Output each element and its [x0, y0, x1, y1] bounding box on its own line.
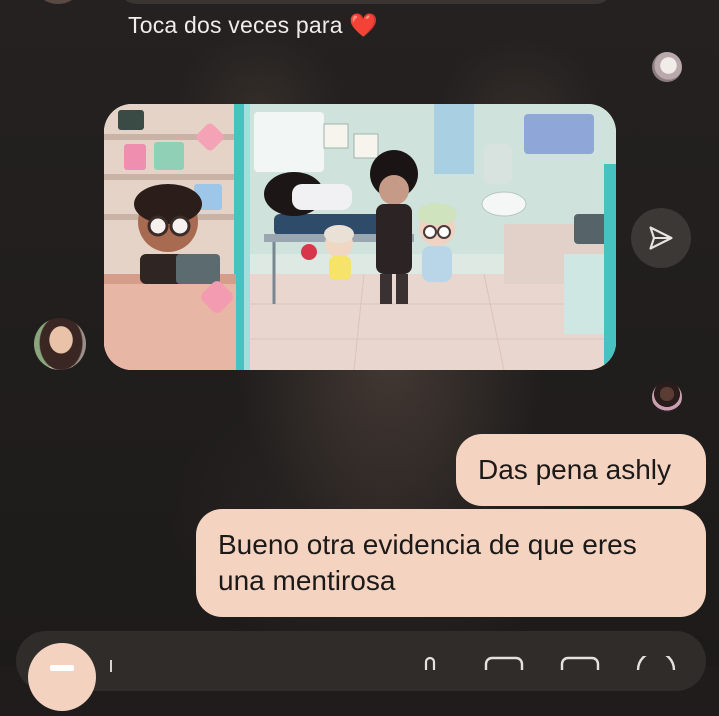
camera-icon: [50, 665, 74, 671]
previous-message-bubble: [120, 0, 612, 4]
message-text: Bueno otra evidencia de que eres una men…: [218, 529, 637, 596]
sticker-icon[interactable]: [558, 656, 602, 670]
message-composer[interactable]: [16, 631, 706, 691]
seen-avatar: [652, 52, 682, 82]
emoji-icon[interactable]: [634, 656, 678, 670]
shared-image-message[interactable]: [104, 104, 616, 370]
double-tap-hint-text: Toca dos veces para: [128, 12, 343, 38]
seen-avatar: [652, 382, 682, 412]
message-text: Das pena ashly: [478, 454, 672, 485]
gallery-icon[interactable]: [482, 656, 526, 670]
share-button[interactable]: [631, 208, 691, 268]
double-tap-hint: Toca dos veces para ❤️: [128, 12, 378, 39]
game-hospital-scene-image: [104, 104, 616, 370]
sender-avatar[interactable]: [34, 318, 86, 370]
outgoing-message[interactable]: Bueno otra evidencia de que eres una men…: [196, 509, 706, 617]
message-input-caret: [110, 660, 112, 672]
heart-emoji: ❤️: [349, 12, 379, 38]
microphone-icon[interactable]: [416, 656, 444, 670]
camera-button[interactable]: [28, 643, 96, 711]
outgoing-message[interactable]: Das pena ashly: [456, 434, 706, 506]
paper-plane-icon: [649, 226, 673, 250]
